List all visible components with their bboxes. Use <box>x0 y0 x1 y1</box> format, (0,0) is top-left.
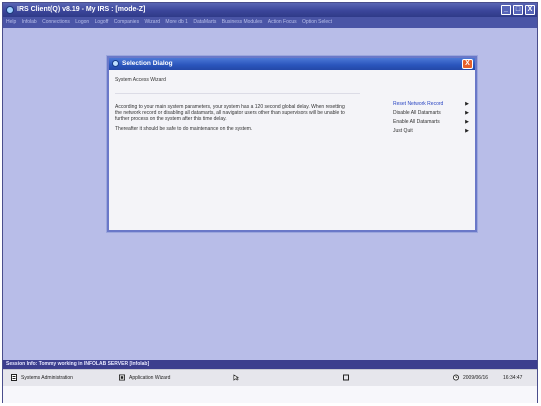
close-window-button[interactable]: X <box>525 5 535 15</box>
enable-all-datamarts-button[interactable]: Enable All Datamarts ▶ <box>393 118 469 127</box>
systems-administration-button[interactable]: Systems Administration <box>11 370 73 387</box>
maximize-button[interactable]: □ <box>513 5 523 15</box>
systems-administration-label: Systems Administration <box>21 375 73 381</box>
arrow-right-icon: ▶ <box>465 101 469 107</box>
dialog-close-button[interactable]: X <box>462 59 473 69</box>
minimize-button[interactable]: _ <box>501 5 511 15</box>
menu-item-help[interactable]: Help <box>6 19 16 25</box>
menu-item-companies[interactable]: Companies <box>114 19 139 25</box>
arrow-right-icon: ▶ <box>465 119 469 125</box>
menu-item-more-db[interactable]: More db 1 <box>165 19 188 25</box>
menu-item-logoff[interactable]: Logoff <box>95 19 109 25</box>
menu-bar: Help Infolab Connections Logon Logoff Co… <box>3 17 537 28</box>
menu-item-infolab[interactable]: Infolab <box>22 19 37 25</box>
reset-network-record-button[interactable]: Reset Network Record ▶ <box>393 100 469 109</box>
action-label: Just Quit <box>393 128 413 134</box>
arrow-right-icon: ▶ <box>465 128 469 134</box>
app-wizard-icon <box>119 374 125 381</box>
menu-item-logon[interactable]: Logon <box>75 19 89 25</box>
window-title: IRS Client(Q) v8.19 - My IRS : [mode-Z] <box>17 6 146 13</box>
time-display: 16:34:47 <box>503 375 523 381</box>
action-label: Enable All Datamarts <box>393 119 440 125</box>
menu-item-wizard[interactable]: Wizard <box>144 19 160 25</box>
window-titlebar: IRS Client(Q) v8.19 - My IRS : [mode-Z] … <box>3 3 537 17</box>
arrow-right-icon: ▶ <box>465 110 469 116</box>
application-wizard-button[interactable]: Application Wizard <box>119 370 170 387</box>
menu-item-business-modules[interactable]: Business Modules <box>222 19 263 25</box>
dialog-actions: Reset Network Record ▶ Disable All Datam… <box>393 100 469 136</box>
just-quit-button[interactable]: Just Quit ▶ <box>393 127 469 136</box>
taskbar: Systems Administration Application Wizar… <box>3 369 537 386</box>
date-display: 2009/06/16 <box>463 375 489 381</box>
systems-admin-icon <box>11 374 17 382</box>
action-label: Reset Network Record <box>393 101 444 107</box>
action-label: Disable All Datamarts <box>393 110 441 116</box>
square-icon <box>343 374 349 381</box>
menu-item-action-focus[interactable]: Action Focus <box>268 19 297 25</box>
dialog-titlebar: Selection Dialog X <box>109 58 475 70</box>
dialog-paragraph: Thereafter it should be safe to do maint… <box>115 126 253 132</box>
clock-icon <box>453 374 459 381</box>
menu-item-datamarts[interactable]: DataMarts <box>193 19 216 25</box>
divider <box>115 93 360 94</box>
pointer-icon <box>233 374 239 381</box>
disable-all-datamarts-button[interactable]: Disable All Datamarts ▶ <box>393 109 469 118</box>
dialog-logo-icon <box>112 60 119 67</box>
bottom-strip <box>3 386 537 403</box>
selection-dialog: Selection Dialog X System Access Wizard … <box>107 56 477 232</box>
dialog-subtitle: System Access Wizard <box>115 77 166 83</box>
session-info-bar: Session Info: Tommy working in INFOLAB S… <box>3 360 537 369</box>
menu-item-connections[interactable]: Connections <box>42 19 70 25</box>
clock-area: 2009/06/16 <box>453 370 488 387</box>
application-wizard-label: Application Wizard <box>129 375 171 381</box>
app-logo-icon <box>6 6 14 14</box>
dialog-paragraph: According to your main system parameters… <box>115 104 345 122</box>
app-window: IRS Client(Q) v8.19 - My IRS : [mode-Z] … <box>2 2 538 403</box>
menu-item-option-select[interactable]: Option Select <box>302 19 332 25</box>
pointer-tool-button[interactable] <box>233 370 243 387</box>
dialog-title: Selection Dialog <box>122 60 173 67</box>
dialog-message: According to your main system parameters… <box>115 104 345 136</box>
window-toggle-button[interactable] <box>343 370 353 387</box>
